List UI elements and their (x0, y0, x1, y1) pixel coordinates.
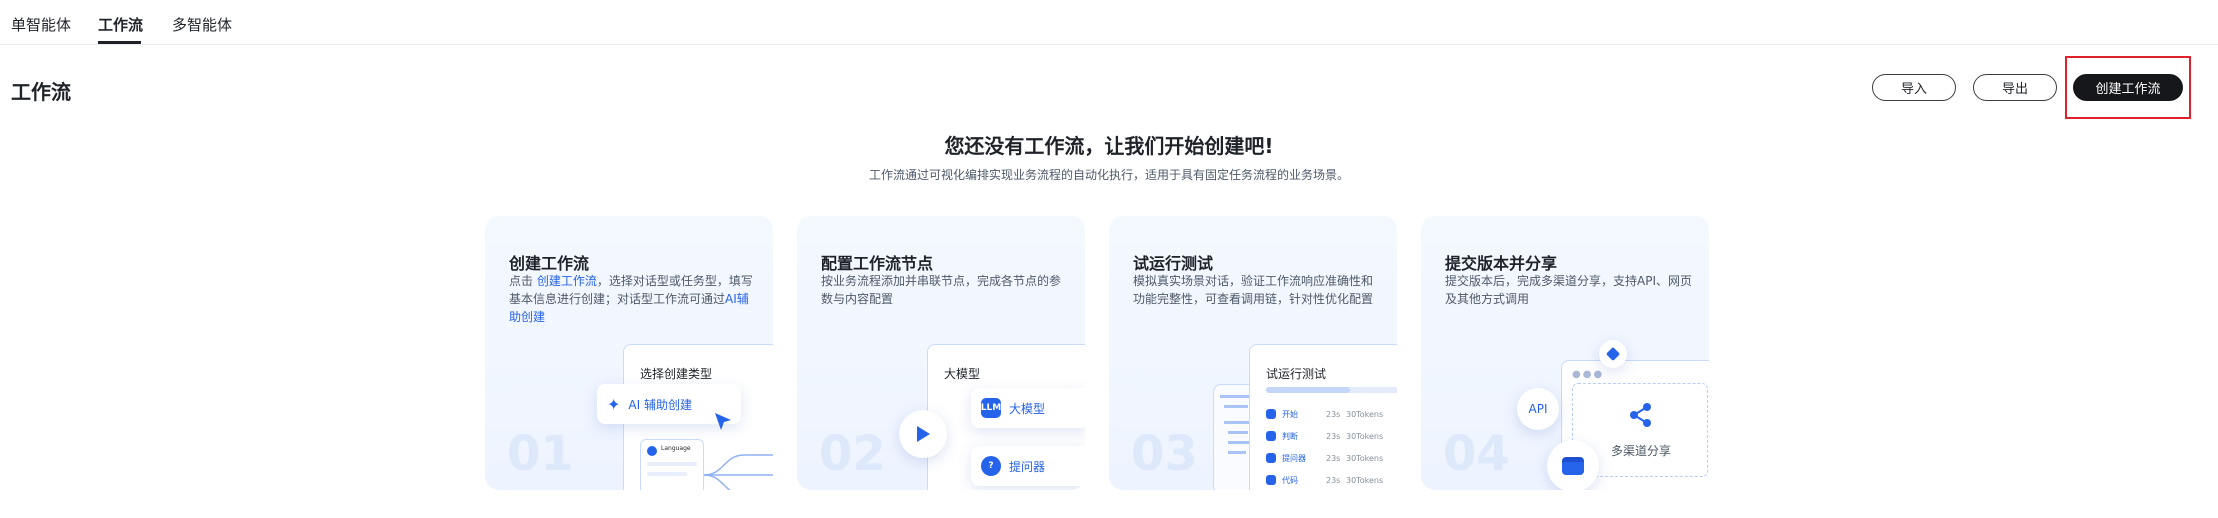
step-number: 03 (1131, 426, 1198, 482)
node-icon (647, 446, 657, 456)
code-line (1228, 451, 1246, 454)
card-description: 提交版本后，完成多渠道分享，支持API、网页及其他方式调用 (1445, 274, 1692, 306)
mini-node-card: Language (640, 439, 704, 490)
highlight-box (2065, 56, 2191, 119)
node-icon (1266, 475, 1276, 485)
panel-title: 选择创建类型 (640, 367, 713, 381)
page-title: 工作流 (11, 80, 71, 104)
code-line (1228, 431, 1248, 434)
pill-label: 大模型 (1009, 401, 1046, 416)
export-button[interactable]: 导出 (1973, 74, 2057, 101)
code-line (1220, 395, 1250, 398)
step-number: 02 (819, 426, 886, 482)
test-run-panel: 试运行测试 开始 23s 30Tokens 判断 23s 30Tokens 提问器 23s… (1249, 344, 1397, 490)
card-title: 创建工作流 (509, 254, 590, 273)
placeholder-line (647, 462, 697, 466)
pill-label: 提问器 (1009, 459, 1046, 474)
question-node-pill: ? 提问器 (971, 446, 1085, 486)
run-row: 判断 23s 30Tokens (1266, 427, 1397, 445)
create-workflow-link[interactable]: 创建工作流 (537, 274, 597, 288)
empty-state-subtitle: 工作流通过可视化编排实现业务流程的自动化执行，适用于具有固定任务流程的业务场景。 (868, 168, 1349, 182)
pill-label: AI 辅助创建 (628, 397, 692, 412)
run-row: 代码 23s 30Tokens (1266, 471, 1397, 489)
step-card-configure: 配置工作流节点 按业务流程添加并串联节点，完成各节点的参数与内容配置 02 大模… (797, 216, 1085, 490)
active-tab-indicator (98, 41, 141, 44)
tab-single-agent[interactable]: 单智能体 (11, 14, 71, 35)
row-tokens: 30Tokens (1346, 409, 1384, 419)
step-number: 01 (507, 426, 574, 482)
panel-title: 试运行测试 (1266, 367, 1327, 381)
row-tokens: 30Tokens (1346, 475, 1384, 485)
mini-node-label: Language (661, 445, 691, 452)
web-page-icon (1547, 440, 1599, 490)
row-tokens: 30Tokens (1346, 453, 1384, 463)
llm-icon: LLM (981, 398, 1001, 418)
top-tab-bar: 单智能体 工作流 多智能体 (0, 0, 2218, 45)
question-icon: ? (981, 456, 1001, 476)
card-desc-text: 点击 (509, 274, 537, 288)
node-icon (1266, 453, 1276, 463)
node-icon (1266, 409, 1276, 419)
card-description: 模拟真实场景对话，验证工作流响应准确性和功能完整性，可查看调用链，针对性优化配置 (1133, 274, 1374, 306)
run-row: 开始 23s 30Tokens (1266, 405, 1397, 423)
connector-lines (704, 454, 773, 490)
tab-workflow[interactable]: 工作流 (98, 14, 143, 35)
run-row: 提问器 23s 30Tokens (1266, 449, 1397, 467)
row-label: 开始 (1282, 409, 1298, 419)
api-badge: API (1517, 388, 1559, 430)
step-card-share: 提交版本并分享 提交版本后，完成多渠道分享，支持API、网页及其他方式调用 04… (1421, 216, 1709, 490)
panel-title: 大模型 (944, 367, 981, 381)
row-time: 23s (1326, 409, 1341, 419)
empty-state-title: 您还没有工作流，让我们开始创建吧! (944, 134, 1274, 158)
step-number: 04 (1443, 426, 1510, 482)
row-tokens: 30Tokens (1346, 431, 1384, 441)
llm-node-pill: LLM 大模型 (971, 388, 1085, 428)
import-button[interactable]: 导入 (1872, 74, 1956, 101)
row-time: 23s (1326, 453, 1341, 463)
code-line (1224, 421, 1252, 424)
card-description: 点击 创建工作流，选择对话型或任务型，填写基本信息进行创建；对话型工作流可通过A… (509, 272, 759, 326)
row-time: 23s (1326, 431, 1341, 441)
progress-track (1266, 387, 1397, 393)
row-time: 23s (1326, 475, 1341, 485)
cursor-icon (715, 413, 731, 430)
step-card-test: 试运行测试 模拟真实场景对话，验证工作流响应准确性和功能完整性，可查看调用链，针… (1109, 216, 1397, 490)
code-line (1224, 405, 1248, 408)
row-label: 提问器 (1282, 453, 1306, 463)
window-dots-icon: ●●● (1572, 369, 1605, 380)
card-title: 提交版本并分享 (1445, 254, 1558, 273)
card-title: 配置工作流节点 (821, 254, 934, 273)
share-icon (1630, 403, 1651, 427)
placeholder-line (647, 472, 687, 476)
row-label: 代码 (1282, 475, 1298, 485)
card-title: 试运行测试 (1133, 254, 1214, 273)
tab-multi-agent[interactable]: 多智能体 (172, 14, 232, 35)
row-label: 判断 (1282, 431, 1298, 441)
progress-fill (1266, 387, 1350, 393)
sparkle-icon: ✦ (607, 394, 621, 414)
node-icon (1266, 431, 1276, 441)
play-button-icon (899, 410, 947, 458)
step-card-create: 创建工作流 点击 创建工作流，选择对话型或任务型，填写基本信息进行创建；对话型工… (485, 216, 773, 490)
card-description: 按业务流程添加并串联节点，完成各节点的参数与内容配置 (821, 274, 1062, 306)
cube-icon (1599, 340, 1627, 368)
